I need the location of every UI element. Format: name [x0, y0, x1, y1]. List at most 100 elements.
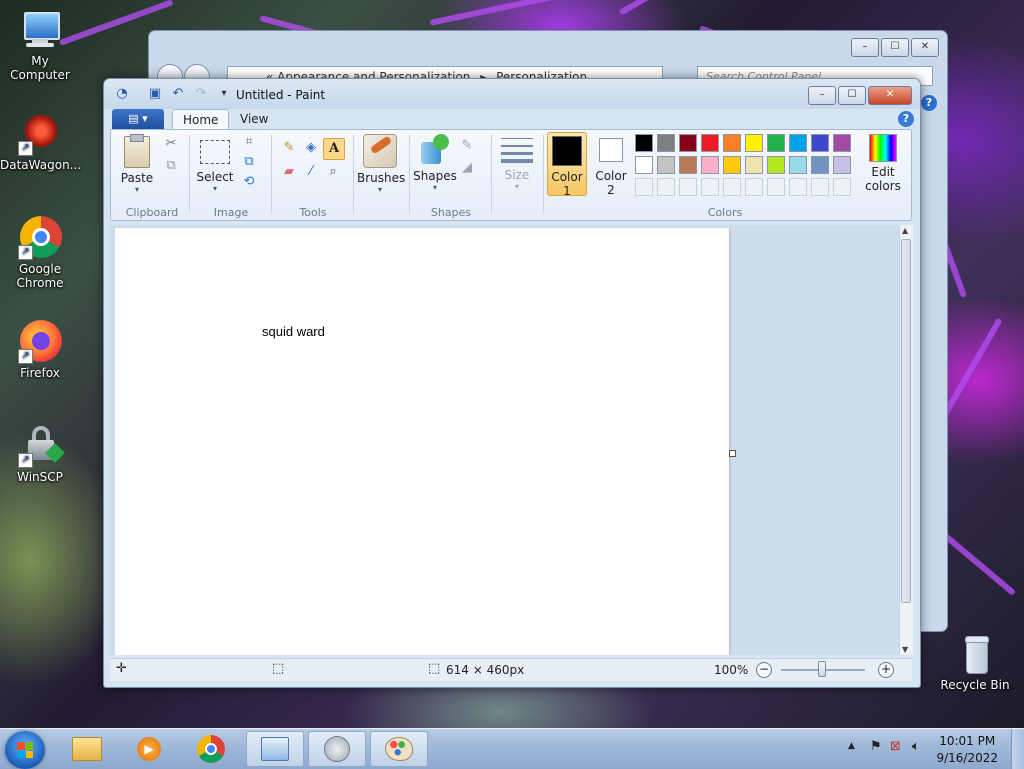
- minimize-button[interactable]: –: [808, 86, 836, 105]
- shapes-button[interactable]: Shapes ▾: [413, 134, 457, 192]
- palette-swatch[interactable]: [657, 134, 675, 152]
- zoom-slider-thumb[interactable]: [818, 661, 826, 677]
- redo-icon[interactable]: ↷: [193, 86, 209, 102]
- show-desktop-button[interactable]: [1011, 729, 1024, 769]
- maximize-button[interactable]: ☐: [838, 86, 866, 105]
- copy-icon[interactable]: ⧉: [161, 156, 181, 176]
- paste-button[interactable]: Paste ▾: [117, 134, 157, 194]
- start-button[interactable]: [5, 731, 45, 769]
- cut-icon[interactable]: ✂: [161, 134, 181, 154]
- palette-swatch-empty[interactable]: [635, 178, 653, 196]
- scroll-up-icon[interactable]: ▲: [902, 226, 908, 235]
- palette-swatch[interactable]: [679, 134, 697, 152]
- undo-icon[interactable]: ↶: [170, 86, 186, 102]
- paint-title-bar[interactable]: ◔ ▣ ↶ ↷ ▾ Untitled - Paint – ☐ ✕: [104, 79, 920, 109]
- select-button[interactable]: Select ▾: [195, 136, 235, 193]
- palette-swatch[interactable]: [701, 134, 719, 152]
- tab-home[interactable]: Home: [172, 109, 230, 130]
- palette-swatch[interactable]: [635, 156, 653, 174]
- paint-taskbar-button[interactable]: [370, 731, 428, 767]
- control-panel-taskbar-button[interactable]: [246, 731, 304, 767]
- palette-swatch[interactable]: [701, 156, 719, 174]
- palette-swatch[interactable]: [811, 156, 829, 174]
- zoom-out-button[interactable]: −: [756, 662, 772, 678]
- palette-swatch[interactable]: [635, 134, 653, 152]
- outline-icon[interactable]: ✎: [457, 136, 477, 156]
- desktop-icon-firefox[interactable]: ↗ Firefox: [0, 320, 80, 380]
- control-panel-close-button[interactable]: ✕: [911, 38, 939, 57]
- help-icon[interactable]: ?: [898, 111, 914, 127]
- palette-swatch[interactable]: [767, 156, 785, 174]
- media-player-taskbar-button[interactable]: ▶: [120, 731, 178, 767]
- palette-swatch-empty[interactable]: [723, 178, 741, 196]
- palette-swatch[interactable]: [833, 156, 851, 174]
- palette-swatch[interactable]: [833, 134, 851, 152]
- chrome-taskbar-button[interactable]: [182, 731, 240, 767]
- color2-button[interactable]: Color 2: [591, 132, 631, 197]
- explorer-taskbar-button[interactable]: [58, 731, 116, 767]
- palette-swatch-empty[interactable]: [657, 178, 675, 196]
- text-icon[interactable]: A: [323, 138, 345, 160]
- edit-colors-button[interactable]: Edit colors: [859, 134, 907, 193]
- brushes-button[interactable]: Brushes ▾: [357, 134, 405, 194]
- save-icon[interactable]: ▣: [147, 86, 163, 102]
- magnifier-icon[interactable]: ⌕: [323, 162, 343, 182]
- group-label-tools: Tools: [299, 206, 327, 219]
- drawing-canvas[interactable]: squid ward: [115, 228, 729, 655]
- palette-swatch-empty[interactable]: [789, 178, 807, 196]
- desktop-icon-recycle-bin[interactable]: Recycle Bin: [935, 632, 1015, 692]
- palette-swatch[interactable]: [657, 156, 675, 174]
- fill-shape-icon[interactable]: ◢: [457, 158, 477, 178]
- color-picker-icon[interactable]: ⁄: [301, 162, 321, 182]
- palette-swatch[interactable]: [789, 156, 807, 174]
- resize-icon[interactable]: ⧉: [239, 152, 259, 172]
- palette-swatch[interactable]: [723, 134, 741, 152]
- rotate-icon[interactable]: ⟲: [239, 172, 259, 192]
- palette-swatch-empty[interactable]: [811, 178, 829, 196]
- control-panel-maximize-button[interactable]: ☐: [881, 38, 909, 57]
- fill-icon[interactable]: ◈: [301, 138, 321, 158]
- palette-swatch-empty[interactable]: [833, 178, 851, 196]
- desktop-icon-winscp[interactable]: ↗ WinSCP: [0, 424, 80, 484]
- pencil-icon[interactable]: ✎: [279, 138, 299, 158]
- control-panel-minimize-button[interactable]: –: [851, 38, 879, 57]
- scroll-down-icon[interactable]: ▼: [902, 645, 908, 654]
- desktop-icon-google-chrome[interactable]: ↗ Google Chrome: [0, 216, 80, 290]
- paint-menu-button[interactable]: ▤ ▾: [112, 109, 164, 129]
- canvas-resize-handle[interactable]: [729, 450, 736, 457]
- palette-swatch[interactable]: [745, 134, 763, 152]
- network-icon[interactable]: ⊠: [890, 739, 901, 754]
- vertical-scrollbar[interactable]: ▲ ▼: [899, 225, 913, 655]
- volume-icon[interactable]: 🔈︎: [912, 739, 920, 754]
- desktop-icon-my-computer[interactable]: My Computer: [0, 8, 80, 82]
- palette-swatch[interactable]: [811, 134, 829, 152]
- eraser-icon[interactable]: ▰: [279, 162, 299, 182]
- palette-swatch-empty[interactable]: [745, 178, 763, 196]
- zoom-in-button[interactable]: +: [878, 662, 894, 678]
- palette-swatch[interactable]: [745, 156, 763, 174]
- crop-icon[interactable]: ⌗: [239, 132, 259, 152]
- palette-swatch-empty[interactable]: [767, 178, 785, 196]
- color1-button[interactable]: Color 1: [547, 132, 587, 198]
- clock[interactable]: 10:01 PM 9/16/2022: [936, 733, 998, 767]
- palette-swatch[interactable]: [723, 156, 741, 174]
- palette-swatch[interactable]: [789, 134, 807, 152]
- palette-swatch-empty[interactable]: [701, 178, 719, 196]
- palette-swatch[interactable]: [679, 156, 697, 174]
- close-button[interactable]: ✕: [868, 86, 912, 105]
- sound-taskbar-button[interactable]: [308, 731, 366, 767]
- desktop-icon-datawagon[interactable]: ↗ DataWagon...: [0, 112, 81, 172]
- show-hidden-icons-icon[interactable]: ▲: [848, 741, 855, 751]
- paint-window[interactable]: ◔ ▣ ↶ ↷ ▾ Untitled - Paint – ☐ ✕ ▤ ▾ Hom…: [103, 78, 921, 688]
- ribbon-tabs: ▤ ▾ Home View ?: [110, 109, 914, 130]
- palette-swatch[interactable]: [767, 134, 785, 152]
- action-center-icon[interactable]: ⚑: [870, 739, 882, 754]
- size-button[interactable]: Size ▾: [495, 136, 539, 191]
- palette-swatch-empty[interactable]: [679, 178, 697, 196]
- media-player-icon: ▶: [137, 737, 161, 761]
- tab-view[interactable]: View: [230, 109, 278, 129]
- customize-toolbar-icon[interactable]: ▾: [216, 86, 232, 102]
- control-panel-help-icon[interactable]: ?: [921, 95, 937, 111]
- scrollbar-thumb[interactable]: [901, 239, 911, 603]
- paint-app-icon[interactable]: ◔: [114, 86, 130, 102]
